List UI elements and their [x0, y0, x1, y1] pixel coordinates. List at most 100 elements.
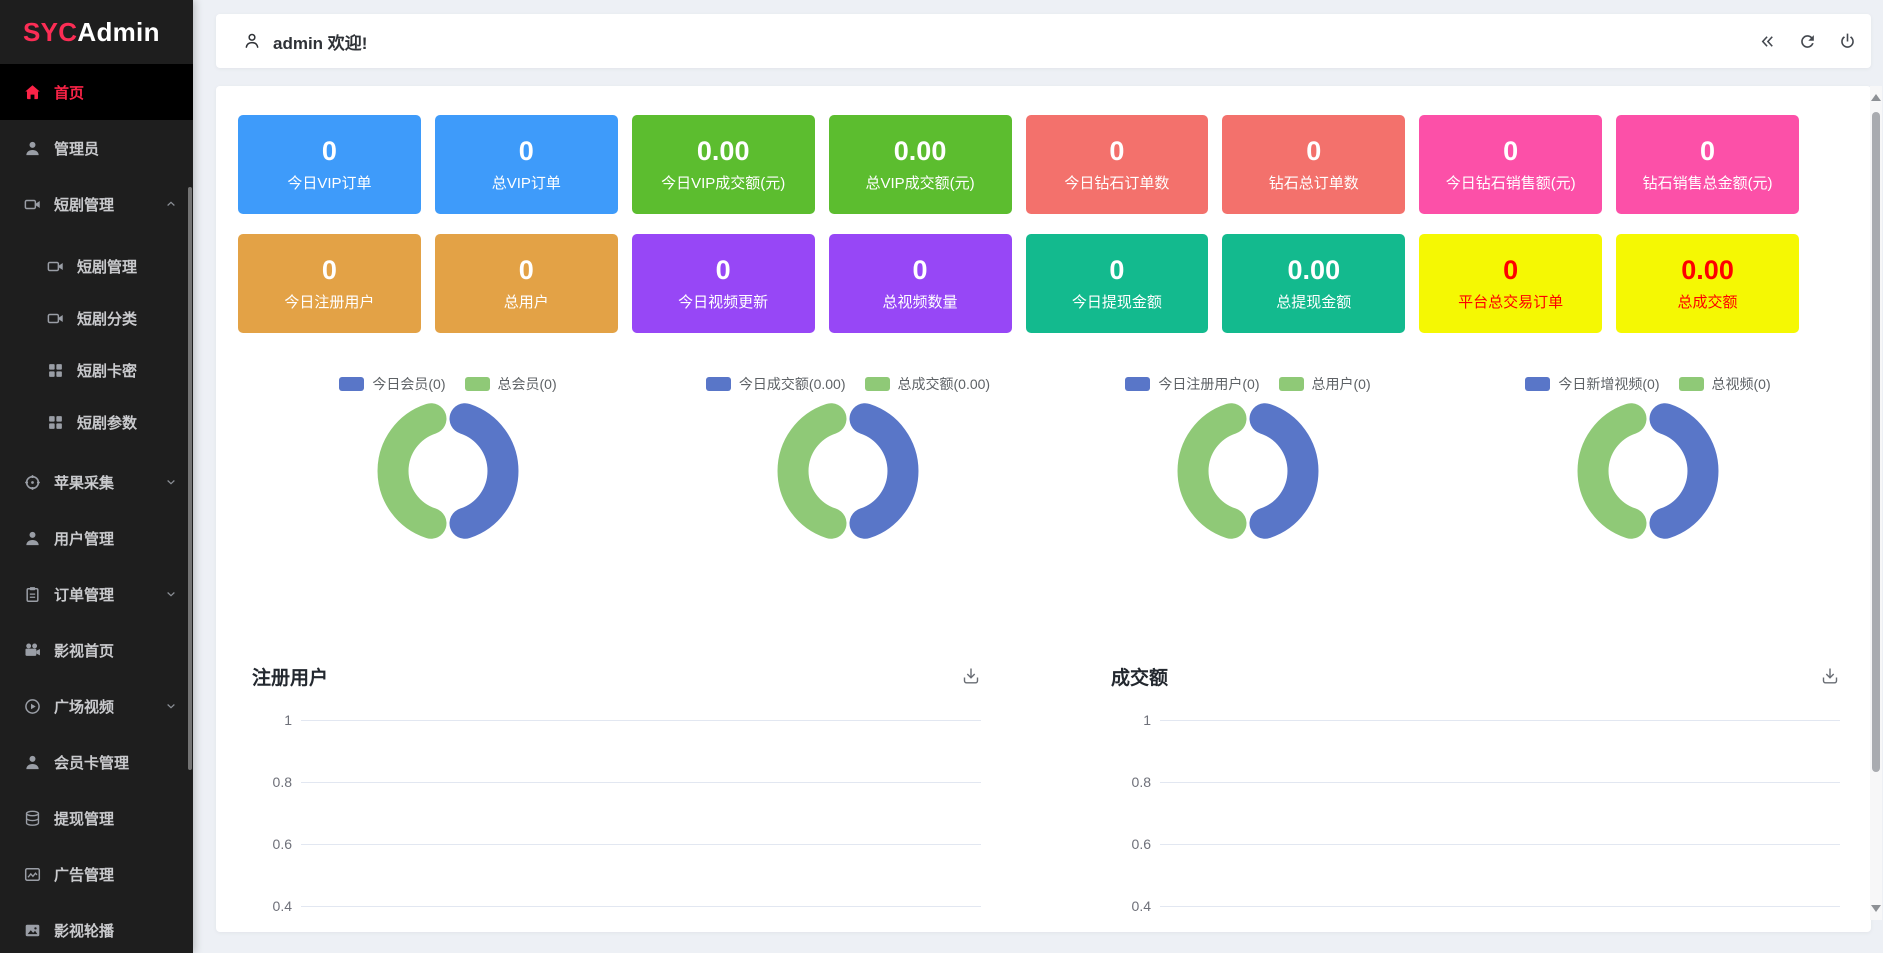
dashboard-panel: 0今日VIP订单 0总VIP订单 0.00今日VIP成交额(元) 0.00总VI… — [216, 86, 1871, 932]
stat-label: 今日视频更新 — [678, 295, 768, 310]
sidebar-scrollbar-thumb[interactable] — [188, 187, 192, 770]
gridline — [301, 720, 981, 721]
power-icon[interactable] — [1838, 32, 1857, 51]
legend-swatch — [465, 377, 490, 391]
download-icon[interactable] — [961, 666, 981, 686]
aim-icon — [24, 474, 41, 491]
stat-label: 钻石总订单数 — [1269, 176, 1359, 191]
download-icon[interactable] — [1820, 666, 1840, 686]
stat-label: 总VIP成交额(元) — [865, 176, 974, 191]
chevron-down-icon — [165, 588, 177, 600]
sidebar-item-plaza-video[interactable]: 广场视频 — [0, 678, 193, 734]
sidebar-item-label: 管理员 — [54, 138, 177, 159]
sidebar-item-member-card[interactable]: 会员卡管理 — [0, 734, 193, 790]
sidebar-item-label: 影视首页 — [54, 640, 177, 661]
donut-ring — [368, 391, 528, 551]
sidebar-item-withdraw-manage[interactable]: 提现管理 — [0, 790, 193, 846]
welcome-text: admin 欢迎! — [273, 29, 367, 54]
stat-card: 0 平台总交易订单 — [1419, 234, 1602, 333]
sidebar-item-admins[interactable]: 管理员 — [0, 120, 193, 176]
play-circle-icon — [24, 698, 41, 715]
sidebar-item-order-manage[interactable]: 订单管理 — [0, 566, 193, 622]
stat-card: 0总用户 — [435, 234, 618, 333]
y-axis-tick: 0.4 — [1111, 898, 1151, 914]
ad-image-icon — [24, 866, 41, 883]
page-scrollbar[interactable] — [1870, 86, 1882, 920]
stat-card: 0今日VIP订单 — [238, 115, 421, 214]
sidebar-item-label: 首页 — [54, 82, 177, 103]
stat-label: 今日VIP成交额(元) — [661, 176, 785, 191]
app-logo: SYCAdmin — [0, 0, 193, 64]
sidebar-item-label: 提现管理 — [54, 808, 177, 829]
stat-value: 0 — [1503, 257, 1518, 284]
sidebar-subitem-short-drama-manage[interactable]: 短剧管理 — [0, 240, 193, 292]
app-root: SYCAdmin 首页 管理员 短剧管理 — [0, 0, 1883, 953]
gridline — [301, 844, 981, 845]
stat-value: 0 — [322, 257, 337, 284]
stat-label: 总提现金额 — [1276, 295, 1351, 310]
sidebar-item-label: 用户管理 — [54, 528, 177, 549]
sidebar-subitem-short-drama-cardkey[interactable]: 短剧卡密 — [0, 344, 193, 396]
logo-accent-text: SYC — [23, 17, 77, 48]
stat-label: 总视频数量 — [883, 295, 958, 310]
chart-title: 成交额 — [1111, 663, 1168, 690]
stat-value: 0 — [1109, 257, 1124, 284]
donut-chart-revenue: 今日成交额(0.00) 总成交额(0.00) — [648, 374, 1048, 551]
stat-value: 0 — [1109, 138, 1124, 165]
legend-swatch — [1125, 377, 1150, 391]
sidebar-item-label: 广场视频 — [54, 696, 165, 717]
sidebar-subitem-short-drama-params[interactable]: 短剧参数 — [0, 396, 193, 448]
movie-camera-icon — [24, 642, 41, 659]
donut-chart-members: 今日会员(0) 总会员(0) — [248, 374, 648, 551]
y-axis-tick: 0.8 — [252, 774, 292, 790]
donut-ring — [1568, 391, 1728, 551]
page-scrollbar-thumb[interactable] — [1872, 112, 1880, 772]
legend-swatch — [339, 377, 364, 391]
stat-label: 总VIP订单 — [492, 176, 561, 191]
chart-header: 成交额 — [1111, 664, 1840, 688]
gridline — [1160, 782, 1840, 783]
user-icon — [24, 530, 41, 547]
stat-label: 总成交额 — [1678, 295, 1738, 310]
sidebar-item-movie-home[interactable]: 影视首页 — [0, 622, 193, 678]
sidebar-item-ad-manage[interactable]: 广告管理 — [0, 846, 193, 902]
gridline — [301, 906, 981, 907]
sidebar-item-label: 短剧管理 — [54, 194, 165, 215]
scroll-up-arrow-icon[interactable] — [1871, 94, 1881, 101]
grid-icon — [47, 362, 64, 379]
stat-label: 平台总交易订单 — [1458, 295, 1563, 310]
stat-label: 今日钻石订单数 — [1064, 176, 1169, 191]
sidebar-subitem-short-drama-category[interactable]: 短剧分类 — [0, 292, 193, 344]
sidebar-item-short-drama-group[interactable]: 短剧管理 — [0, 176, 193, 232]
sidebar-menu: 首页 管理员 短剧管理 — [0, 64, 193, 953]
chart-title: 注册用户 — [252, 663, 328, 690]
video-icon — [24, 196, 41, 213]
person-icon — [242, 31, 262, 51]
main-area: admin 欢迎! 0今日VIP订单 0总VIP订单 0.00今日VIP成交额(… — [216, 14, 1871, 932]
refresh-icon[interactable] — [1798, 32, 1817, 51]
sidebar-item-movie-carousel[interactable]: 影视轮播 — [0, 902, 193, 953]
stat-value: 0 — [913, 257, 928, 284]
chart-registered-users: 注册用户 1 0.8 0.6 0.4 — [252, 664, 981, 932]
stat-card: 0总VIP订单 — [435, 115, 618, 214]
welcome-block: admin 欢迎! — [242, 29, 367, 54]
stat-card: 0今日注册用户 — [238, 234, 421, 333]
double-chevron-left-icon[interactable] — [1758, 32, 1777, 51]
stat-value: 0.00 — [697, 138, 750, 165]
sidebar-item-label: 短剧管理 — [77, 256, 177, 277]
stat-card: 0.00总成交额 — [1616, 234, 1799, 333]
sidebar-item-home[interactable]: 首页 — [0, 64, 193, 120]
stat-value: 0.00 — [894, 138, 947, 165]
scroll-down-arrow-icon[interactable] — [1871, 905, 1881, 912]
sidebar-item-apple-collect[interactable]: 苹果采集 — [0, 454, 193, 510]
sidebar-item-user-manage[interactable]: 用户管理 — [0, 510, 193, 566]
stat-label: 今日提现金额 — [1072, 295, 1162, 310]
stat-value: 0 — [1503, 138, 1518, 165]
gridline — [301, 782, 981, 783]
sidebar-item-label: 广告管理 — [54, 864, 177, 885]
member-card-icon — [24, 754, 41, 771]
chevron-down-icon — [165, 476, 177, 488]
legend-swatch — [1279, 377, 1304, 391]
legend-swatch — [706, 377, 731, 391]
logo-rest-text: Admin — [77, 17, 159, 48]
